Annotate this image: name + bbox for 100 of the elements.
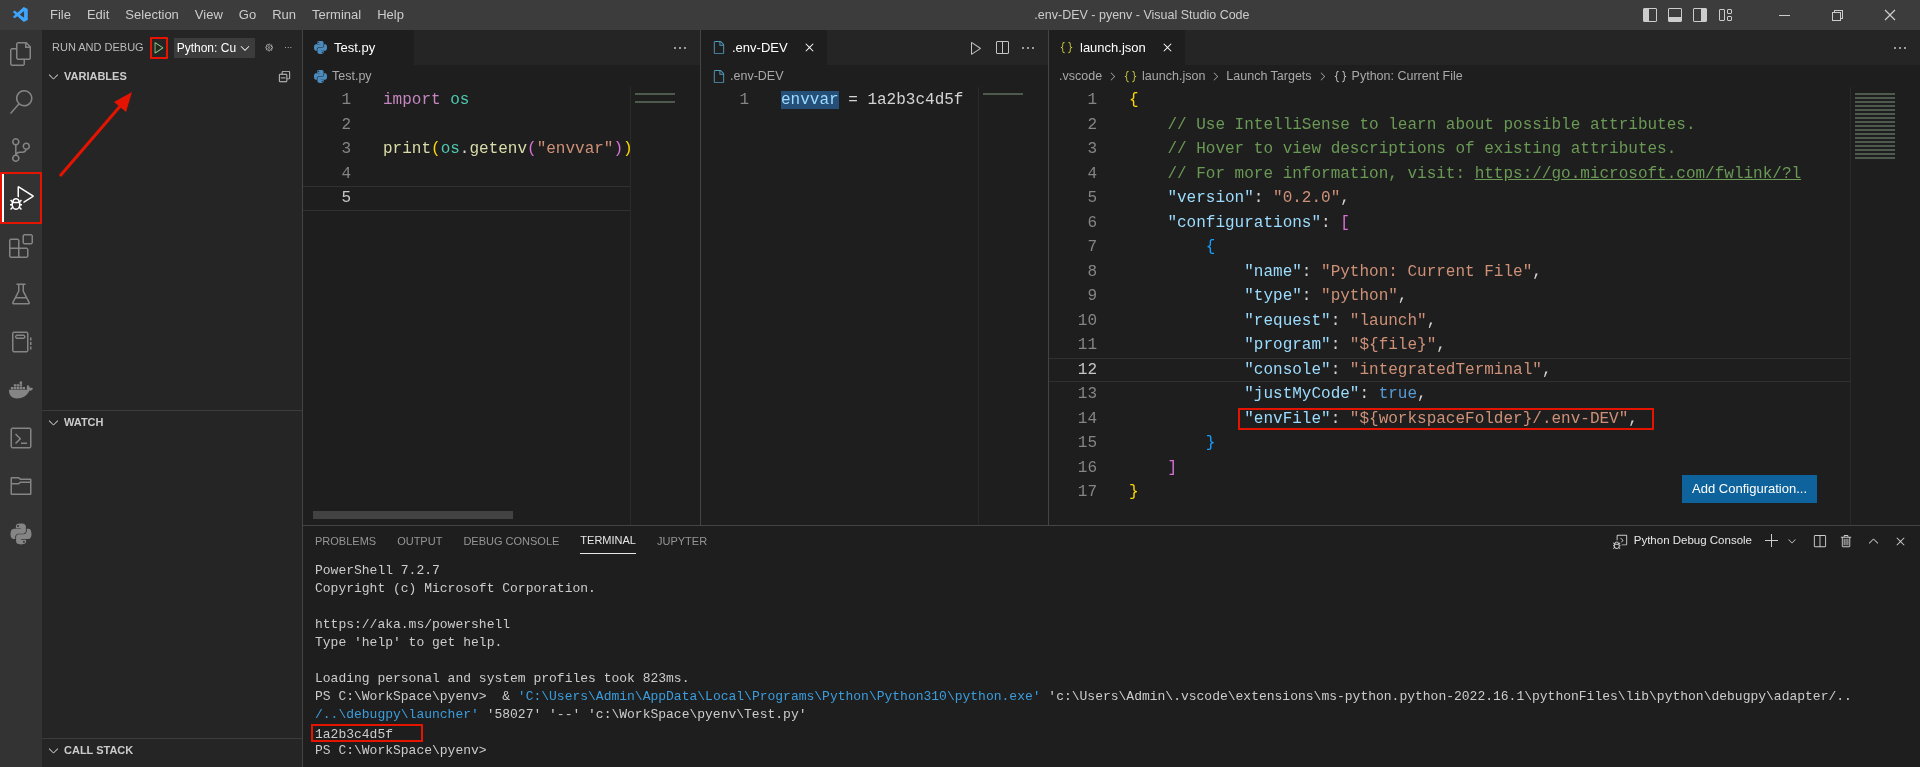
close-icon[interactable] [1882,7,1898,23]
window-title: .env-DEV - pyenv - Visual Studio Code [1034,6,1250,24]
editor-tab[interactable]: launch.json [1049,30,1185,65]
folder-icon [9,474,33,498]
code-line: "type": "python", [1243,286,1408,308]
code-line: // Hover to view descriptions of existing attributes. [1166,139,1677,161]
sidebar-title: RUN AND DEBUG [52,40,144,56]
menu-item[interactable]: File [42,5,79,25]
line-number: 2 [340,114,352,136]
terminal-icon [9,426,33,450]
menu-item[interactable]: Selection [117,5,187,25]
activity-item[interactable] [2,174,40,222]
editor-tab[interactable]: .env-DEV [701,30,827,65]
panel-tab[interactable]: TERMINAL [580,528,636,554]
app-logo-icon [12,6,30,24]
braces-icon [1332,68,1348,84]
scrollbar[interactable] [313,511,513,519]
line-number: 10 [1076,310,1098,332]
file-icon [711,40,726,55]
section-title[interactable]: WATCH [64,413,104,431]
code-line: // Use IntelliSense to learn about possible attributes. [1166,114,1696,136]
braces-icon [1059,40,1074,55]
line-number: 1 [340,90,352,112]
menu-item[interactable]: View [186,5,231,25]
terminal-line: Type 'help' to get help. [315,634,503,652]
line-number: 3 [340,139,352,161]
line-number: 13 [1076,384,1098,406]
restore-icon[interactable] [1829,7,1845,23]
line-number: 5 [340,188,352,210]
panel-tab[interactable]: OUTPUT [397,528,443,554]
panel-tab[interactable]: JUPYTER [656,528,708,554]
layout-icon[interactable] [1717,7,1733,23]
line-number: 4 [340,163,352,185]
panel-tab[interactable]: DEBUG CONSOLE [463,528,560,554]
terminal-line: /..\debugpy\launcher' '58027' '--' 'c:\WorkSpace\pyenv\Test.py' [315,706,807,724]
line-number: 8 [1086,261,1098,283]
breadcrumb-item[interactable]: launch.json [1142,66,1206,86]
python-file-icon [313,68,328,84]
notebook-icon [9,330,33,354]
section-title[interactable]: VARIABLES [64,67,127,85]
terminal-line: https://aka.ms/powershell [315,616,511,634]
breadcrumb-item[interactable]: .env-DEV [730,66,784,86]
code-line: } [1129,482,1139,504]
line-number: 17 [1076,482,1098,504]
panel-tab[interactable]: PROBLEMS [315,528,377,554]
panel-layout-icon[interactable] [1667,7,1683,23]
line-number: 16 [1076,457,1098,479]
menu-item[interactable]: Run [264,5,304,25]
file-icon [711,68,726,84]
terminal-line: Copyright (c) Microsoft Corporation. [315,580,596,598]
extensions-icon [9,234,33,258]
sidebar-layout-icon[interactable] [1692,7,1708,23]
braces-icon [1123,68,1139,84]
code-line: import os [383,90,470,112]
flask-icon [9,282,33,306]
breadcrumb-item[interactable]: Python: Current File [1351,66,1463,86]
section-title[interactable]: CALL STACK [64,741,134,759]
line-number: 4 [1086,163,1098,185]
line-number: 2 [1086,114,1098,136]
collapse-all-icon[interactable] [277,68,292,84]
code-line: ] [1166,457,1177,479]
code-line: "justMyCode": true, [1243,384,1427,406]
breadcrumb-item[interactable]: Launch Targets [1226,66,1312,86]
start-debugging-button[interactable] [149,36,168,59]
code-line: // For more information, visit: https://go.microsoft.com/fwlink/?l [1166,163,1802,185]
trash-icon[interactable] [1839,533,1854,549]
terminal-selector[interactable]: Python Debug Console [1633,532,1752,550]
config-dropdown[interactable]: Python: Cu [173,37,256,58]
python-file-icon [313,40,328,55]
line-number: 12 [1076,359,1098,381]
code-line: } [1204,433,1216,455]
line-number: 5 [1086,188,1098,210]
terminal-line: PS C:\WorkSpace\pyenv> & 'C:\Users\Admin\AppData\Local\Programs\Python\Python310\python.exe' 'c:\Users\Admin\.vscode\extensions\ms-python.python-2022.16.1\pythonFiles\lib\python\debugpy\adapter/.. [315,688,1852,706]
menu-item[interactable]: Help [369,5,412,25]
menu-item[interactable]: Go [230,5,265,25]
menu-item[interactable]: Edit [78,5,118,25]
sidebar-layout-icon[interactable] [1642,7,1658,23]
add-configuration-button[interactable]: Add Configuration... [1682,475,1817,503]
files-icon [9,42,33,66]
code-line: "version": "0.2.0", [1166,188,1350,210]
line-number: 9 [1086,286,1098,308]
add-icon[interactable] [1764,533,1780,549]
branch-icon [9,138,33,162]
terminal-line: Loading personal and system profiles took 823ms. [315,670,690,688]
editor-tab[interactable]: Test.py [303,30,415,65]
line-number: 1 [738,90,750,112]
line-number: 6 [1086,212,1098,234]
line-number: 15 [1076,433,1098,455]
python-icon [9,522,33,546]
menu-item[interactable]: Terminal [304,5,370,25]
code-line: "configurations": [ [1166,212,1350,234]
breadcrumb-item[interactable]: Test.py [332,66,372,86]
code-line: print(os.getenv("envvar")) [383,139,630,161]
code-line: envvar = 1a2b3c4d5f [781,90,964,112]
split-editor-icon[interactable] [994,39,1010,56]
breadcrumb-item[interactable]: .vscode [1059,66,1103,86]
terminal-line: PowerShell 7.2.7 [315,562,440,580]
split-icon[interactable] [1812,533,1827,549]
run-icon[interactable] [968,39,984,56]
line-number: 14 [1076,408,1098,430]
